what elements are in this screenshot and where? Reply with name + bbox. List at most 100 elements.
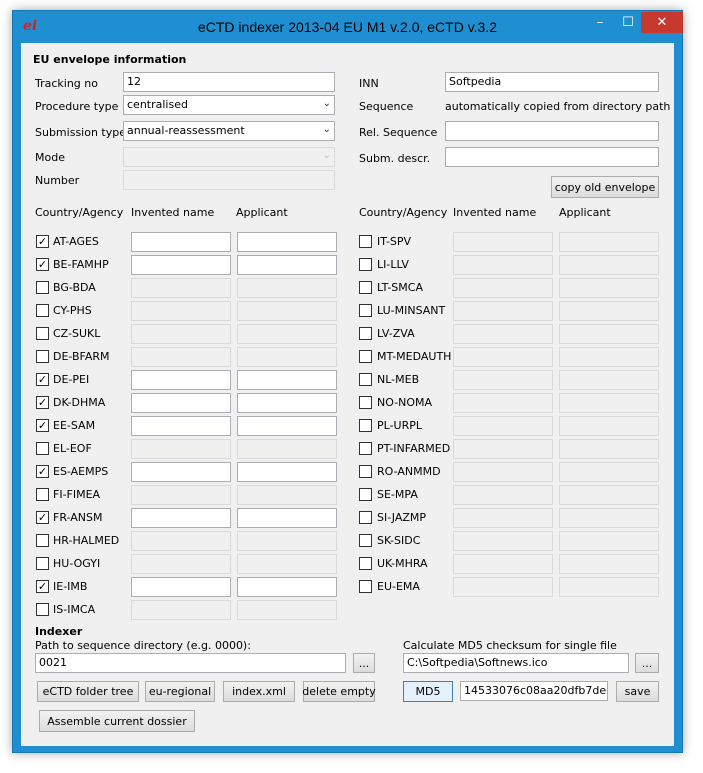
agency-checkbox[interactable]: ✓ <box>36 580 49 593</box>
agency-checkbox[interactable] <box>359 511 372 524</box>
agency-checkbox[interactable] <box>36 557 49 570</box>
agency-checkbox[interactable]: ✓ <box>36 465 49 478</box>
applicant-input[interactable] <box>559 393 659 413</box>
invented-name-input[interactable] <box>453 439 553 459</box>
title-bar[interactable]: ei eCTD indexer 2013-04 EU M1 v.2.0, eCT… <box>13 11 683 43</box>
applicant-input[interactable] <box>559 508 659 528</box>
invented-name-input[interactable] <box>131 508 231 528</box>
agency-checkbox[interactable] <box>36 442 49 455</box>
index-xml-button[interactable]: index.xml <box>223 681 295 702</box>
invented-name-input[interactable] <box>453 370 553 390</box>
applicant-input[interactable] <box>237 255 337 275</box>
maximize-button[interactable]: ☐ <box>615 12 641 33</box>
invented-name-input[interactable] <box>453 347 553 367</box>
invented-name-input[interactable] <box>131 600 231 620</box>
md5-browse-button[interactable]: ... <box>635 653 659 673</box>
applicant-input[interactable] <box>559 531 659 551</box>
assemble-dossier-button[interactable]: Assemble current dossier <box>39 710 195 732</box>
agency-checkbox[interactable] <box>359 488 372 501</box>
agency-checkbox[interactable]: ✓ <box>36 511 49 524</box>
applicant-input[interactable] <box>237 393 337 413</box>
agency-checkbox[interactable] <box>359 258 372 271</box>
invented-name-input[interactable] <box>453 485 553 505</box>
tracking-input[interactable]: 12 <box>123 72 335 92</box>
agency-checkbox[interactable] <box>359 419 372 432</box>
invented-name-input[interactable] <box>453 462 553 482</box>
agency-checkbox[interactable] <box>36 327 49 340</box>
number-input[interactable] <box>123 170 335 190</box>
agency-checkbox[interactable] <box>359 442 372 455</box>
applicant-input[interactable] <box>237 485 337 505</box>
invented-name-input[interactable] <box>131 462 231 482</box>
applicant-input[interactable] <box>237 462 337 482</box>
agency-checkbox[interactable]: ✓ <box>36 396 49 409</box>
invented-name-input[interactable] <box>131 232 231 252</box>
invented-name-input[interactable] <box>453 301 553 321</box>
invented-name-input[interactable] <box>131 324 231 344</box>
agency-checkbox[interactable] <box>359 465 372 478</box>
applicant-input[interactable] <box>559 485 659 505</box>
invented-name-input[interactable] <box>131 301 231 321</box>
invented-name-input[interactable] <box>131 439 231 459</box>
agency-checkbox[interactable] <box>359 327 372 340</box>
applicant-input[interactable] <box>237 232 337 252</box>
applicant-input[interactable] <box>559 462 659 482</box>
agency-checkbox[interactable] <box>36 534 49 547</box>
invented-name-input[interactable] <box>131 278 231 298</box>
invented-name-input[interactable] <box>453 577 553 597</box>
invented-name-input[interactable] <box>131 531 231 551</box>
applicant-input[interactable] <box>559 278 659 298</box>
agency-checkbox[interactable]: ✓ <box>36 258 49 271</box>
save-button[interactable]: save <box>616 681 659 702</box>
applicant-input[interactable] <box>559 577 659 597</box>
applicant-input[interactable] <box>559 232 659 252</box>
applicant-input[interactable] <box>559 301 659 321</box>
agency-checkbox[interactable] <box>359 557 372 570</box>
invented-name-input[interactable] <box>453 554 553 574</box>
inn-input[interactable]: Softpedia <box>445 72 659 92</box>
agency-checkbox[interactable]: ✓ <box>36 373 49 386</box>
applicant-input[interactable] <box>237 577 337 597</box>
md5-result-input[interactable]: 14533076c08aa20dfb7de60bf <box>460 681 608 701</box>
delete-empty-button[interactable]: delete empty <box>302 681 376 702</box>
applicant-input[interactable] <box>559 416 659 436</box>
invented-name-input[interactable] <box>131 416 231 436</box>
invented-name-input[interactable] <box>131 393 231 413</box>
minimize-button[interactable]: – <box>587 12 613 33</box>
agency-checkbox[interactable] <box>359 534 372 547</box>
invented-name-input[interactable] <box>453 393 553 413</box>
applicant-input[interactable] <box>237 439 337 459</box>
procedure-select[interactable]: centralised ⌄ <box>123 95 335 115</box>
invented-name-input[interactable] <box>453 508 553 528</box>
applicant-input[interactable] <box>559 255 659 275</box>
invented-name-input[interactable] <box>131 554 231 574</box>
applicant-input[interactable] <box>237 324 337 344</box>
applicant-input[interactable] <box>237 278 337 298</box>
agency-checkbox[interactable] <box>359 281 372 294</box>
invented-name-input[interactable] <box>453 416 553 436</box>
applicant-input[interactable] <box>237 600 337 620</box>
agency-checkbox[interactable] <box>359 235 372 248</box>
applicant-input[interactable] <box>559 554 659 574</box>
agency-checkbox[interactable]: ✓ <box>36 419 49 432</box>
agency-checkbox[interactable] <box>359 304 372 317</box>
submission-select[interactable]: annual-reassessment ⌄ <box>123 121 335 141</box>
agency-checkbox[interactable] <box>36 281 49 294</box>
applicant-input[interactable] <box>559 324 659 344</box>
agency-checkbox[interactable] <box>36 488 49 501</box>
agency-checkbox[interactable] <box>359 350 372 363</box>
applicant-input[interactable] <box>237 416 337 436</box>
invented-name-input[interactable] <box>131 347 231 367</box>
invented-name-input[interactable] <box>453 255 553 275</box>
invented-name-input[interactable] <box>453 278 553 298</box>
invented-name-input[interactable] <box>131 255 231 275</box>
close-button[interactable]: ✕ <box>641 12 683 33</box>
invented-name-input[interactable] <box>453 324 553 344</box>
copy-old-envelope-button[interactable]: copy old envelope <box>551 176 659 198</box>
md5-button[interactable]: MD5 <box>403 681 453 702</box>
subm-descr-input[interactable] <box>445 147 659 167</box>
relseq-input[interactable] <box>445 121 659 141</box>
eu-regional-button[interactable]: eu-regional <box>145 681 215 702</box>
applicant-input[interactable] <box>559 439 659 459</box>
agency-checkbox[interactable]: ✓ <box>36 235 49 248</box>
